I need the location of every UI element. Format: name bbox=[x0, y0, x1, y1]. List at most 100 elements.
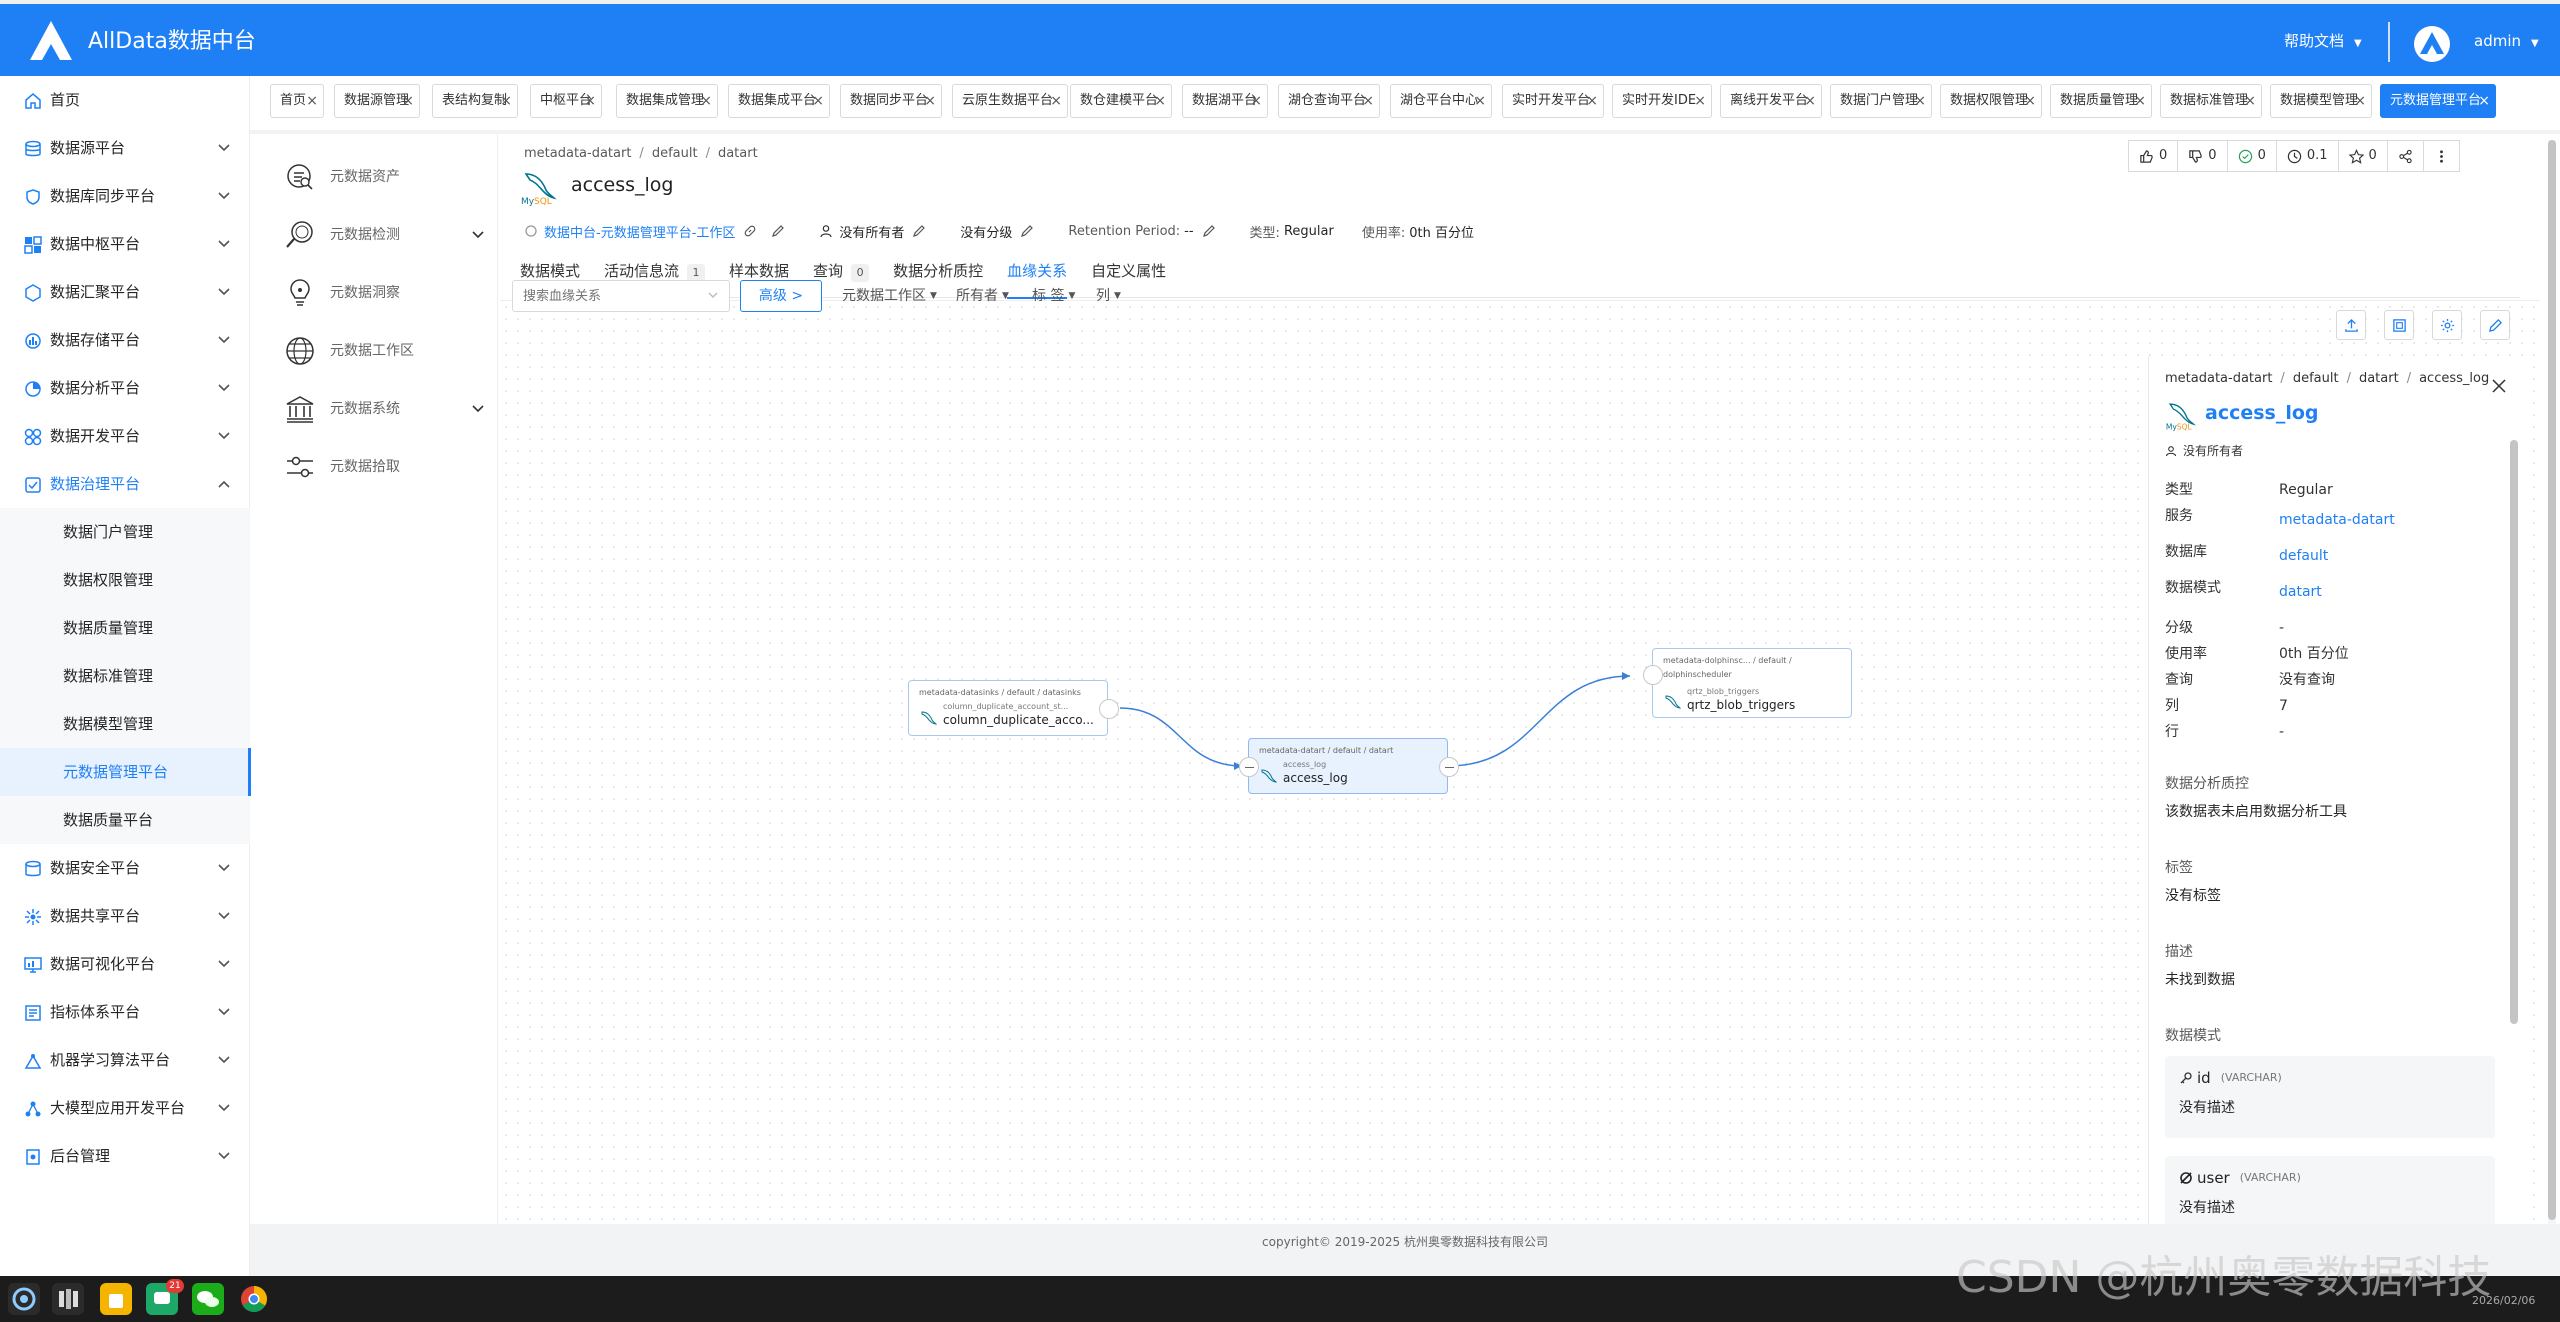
node-port[interactable] bbox=[1099, 699, 1119, 719]
close-icon[interactable]: × bbox=[500, 85, 512, 117]
edit-icon[interactable] bbox=[1202, 224, 1216, 238]
tab-quality[interactable]: 数据质量管理 × bbox=[2050, 84, 2152, 118]
close-icon[interactable]: × bbox=[2478, 85, 2490, 117]
close-icon[interactable]: × bbox=[1804, 85, 1816, 117]
scrollbar-thumb[interactable] bbox=[2548, 140, 2556, 1220]
breadcrumb-link[interactable]: default bbox=[2293, 371, 2339, 386]
breadcrumb-link[interactable]: datart bbox=[2359, 371, 2399, 386]
breadcrumb-link[interactable]: access_log bbox=[2419, 371, 2489, 386]
help-docs-menu[interactable]: 帮助文档 ▼ bbox=[2284, 30, 2362, 55]
tab-schema-copy[interactable]: 表结构复制 × bbox=[432, 84, 518, 118]
tab-cloud-native[interactable]: 云原生数据平台 × bbox=[952, 84, 1068, 118]
meta-nav-pick[interactable]: 元数据拾取 bbox=[270, 438, 498, 496]
version-button[interactable]: 0.1 bbox=[2275, 140, 2338, 172]
meta-nav-detect[interactable]: 元数据检测 bbox=[270, 206, 498, 264]
service-link[interactable]: metadata-datart bbox=[2279, 510, 2395, 530]
edit-icon[interactable] bbox=[771, 224, 785, 238]
breadcrumb-link[interactable]: default bbox=[652, 146, 698, 161]
close-icon[interactable]: × bbox=[1474, 85, 1486, 117]
close-icon[interactable]: × bbox=[1250, 85, 1262, 117]
database-link[interactable]: default bbox=[2279, 546, 2328, 566]
breadcrumb-link[interactable]: metadata-datart bbox=[2165, 371, 2272, 386]
like-button[interactable]: 0 bbox=[2128, 140, 2178, 172]
tab-metadata[interactable]: 元数据管理平台 × bbox=[2380, 84, 2496, 118]
close-icon[interactable]: × bbox=[2244, 85, 2256, 117]
node-port[interactable] bbox=[1643, 665, 1663, 685]
sidebar-item-hub[interactable]: 数据中枢平台 bbox=[0, 220, 250, 268]
tab-lakehouse-query[interactable]: 湖仓查询平台 × bbox=[1278, 84, 1380, 118]
advanced-button[interactable]: 高级 > bbox=[740, 280, 822, 312]
sidebar-item-governance[interactable]: 数据治理平台 bbox=[0, 460, 250, 508]
export-button[interactable] bbox=[2336, 310, 2366, 340]
user-menu[interactable]: admin ▼ bbox=[2474, 30, 2539, 55]
tab-standard[interactable]: 数据标准管理 × bbox=[2160, 84, 2262, 118]
close-icon[interactable]: × bbox=[306, 85, 318, 117]
chat-app-icon[interactable]: 21 bbox=[146, 1279, 184, 1315]
close-icon[interactable]: × bbox=[2024, 85, 2036, 117]
app-store-icon[interactable] bbox=[100, 1283, 132, 1315]
lineage-node-upstream[interactable]: metadata-datasinks / default / datasinks… bbox=[908, 680, 1119, 736]
user-avatar[interactable] bbox=[2414, 26, 2450, 62]
tab-realtime-ide[interactable]: 实时开发IDE × bbox=[1612, 84, 1712, 118]
tab-hub[interactable]: 中枢平台 × bbox=[530, 84, 602, 118]
filter-owner[interactable]: 所有者 ▼ bbox=[956, 286, 1009, 306]
tab-permission[interactable]: 数据权限管理 × bbox=[1940, 84, 2042, 118]
sidebar-item-develop[interactable]: 数据开发平台 bbox=[0, 412, 250, 460]
edit-icon[interactable] bbox=[912, 224, 926, 238]
meta-nav-workspace[interactable]: 元数据工作区 bbox=[270, 322, 498, 380]
sidebar-sub-quality[interactable]: 数据质量管理 bbox=[0, 604, 250, 652]
sidebar-item-analysis[interactable]: 数据分析平台 bbox=[0, 364, 250, 412]
tab-integration-mgmt[interactable]: 数据集成管理 × bbox=[616, 84, 718, 118]
tab-realtime[interactable]: 实时开发平台 × bbox=[1502, 84, 1604, 118]
close-icon[interactable]: × bbox=[700, 85, 712, 117]
share-button[interactable] bbox=[2386, 140, 2423, 172]
collapse-downstream-button[interactable] bbox=[1439, 757, 1459, 777]
close-icon[interactable]: × bbox=[2134, 85, 2146, 117]
collapse-upstream-button[interactable] bbox=[1239, 757, 1259, 777]
link-icon[interactable] bbox=[743, 224, 757, 238]
workspace-link[interactable]: 数据中台-元数据管理平台-工作区 bbox=[544, 222, 735, 241]
filter-columns[interactable]: 列 ▼ bbox=[1096, 286, 1121, 306]
tab-datasource[interactable]: 数据源管理 × bbox=[334, 84, 420, 118]
sidebar-item-visual[interactable]: 数据可视化平台 bbox=[0, 940, 250, 988]
panel-entity-name[interactable]: access_log bbox=[2205, 400, 2319, 426]
lineage-node-current[interactable]: metadata-datart / default / datart acces… bbox=[1239, 738, 1459, 794]
sidebar-item-security[interactable]: 数据安全平台 bbox=[0, 844, 250, 892]
edit-lineage-button[interactable] bbox=[2480, 310, 2510, 340]
follow-button[interactable]: 0 bbox=[2226, 140, 2276, 172]
file-manager-icon[interactable] bbox=[52, 1283, 84, 1315]
fullscreen-button[interactable] bbox=[2384, 310, 2414, 340]
sidebar-item-collect[interactable]: 数据汇聚平台 bbox=[0, 268, 250, 316]
sidebar-sub-permission[interactable]: 数据权限管理 bbox=[0, 556, 250, 604]
meta-nav-assets[interactable]: 元数据资产 bbox=[270, 148, 498, 206]
meta-nav-system[interactable]: 元数据系统 bbox=[270, 380, 498, 438]
tab-model[interactable]: 数据模型管理 × bbox=[2270, 84, 2372, 118]
tab-offline[interactable]: 离线开发平台 × bbox=[1720, 84, 1822, 118]
tab-lake[interactable]: 数据湖平台 × bbox=[1182, 84, 1268, 118]
sidebar-item-ml[interactable]: 机器学习算法平台 bbox=[0, 1036, 250, 1084]
lineage-search-input[interactable] bbox=[512, 280, 730, 312]
close-icon[interactable]: × bbox=[1050, 85, 1062, 117]
edit-icon[interactable] bbox=[1020, 224, 1034, 238]
close-icon[interactable]: × bbox=[1694, 85, 1706, 117]
sidebar-item-storage[interactable]: 数据存储平台 bbox=[0, 316, 250, 364]
close-icon[interactable]: × bbox=[2354, 85, 2366, 117]
breadcrumb-link[interactable]: datart bbox=[718, 146, 758, 161]
close-icon[interactable]: × bbox=[1362, 85, 1374, 117]
close-icon[interactable]: × bbox=[1914, 85, 1926, 117]
close-icon[interactable]: × bbox=[1154, 85, 1166, 117]
close-icon[interactable]: × bbox=[812, 85, 824, 117]
tab-sync-platform[interactable]: 数据同步平台 × bbox=[840, 84, 942, 118]
main-scrollbar[interactable] bbox=[2548, 140, 2556, 1226]
sidebar-item-metric[interactable]: 指标体系平台 bbox=[0, 988, 250, 1036]
sidebar-item-datasource[interactable]: 数据源平台 bbox=[0, 124, 250, 172]
close-icon[interactable]: × bbox=[402, 85, 414, 117]
sidebar-sub-metadata[interactable]: 元数据管理平台 bbox=[0, 748, 251, 796]
close-icon[interactable]: × bbox=[1586, 85, 1598, 117]
lineage-node-downstream[interactable]: metadata-dolphinsc... / default / dolphi… bbox=[1643, 648, 1852, 718]
sidebar-sub-quality-platform[interactable]: 数据质量平台 bbox=[0, 796, 250, 844]
filter-workspace[interactable]: 元数据工作区 ▼ bbox=[842, 286, 937, 306]
close-icon[interactable] bbox=[2491, 378, 2507, 394]
sidebar-item-dbsync[interactable]: 数据库同步平台 bbox=[0, 172, 250, 220]
more-menu-button[interactable] bbox=[2422, 140, 2460, 172]
